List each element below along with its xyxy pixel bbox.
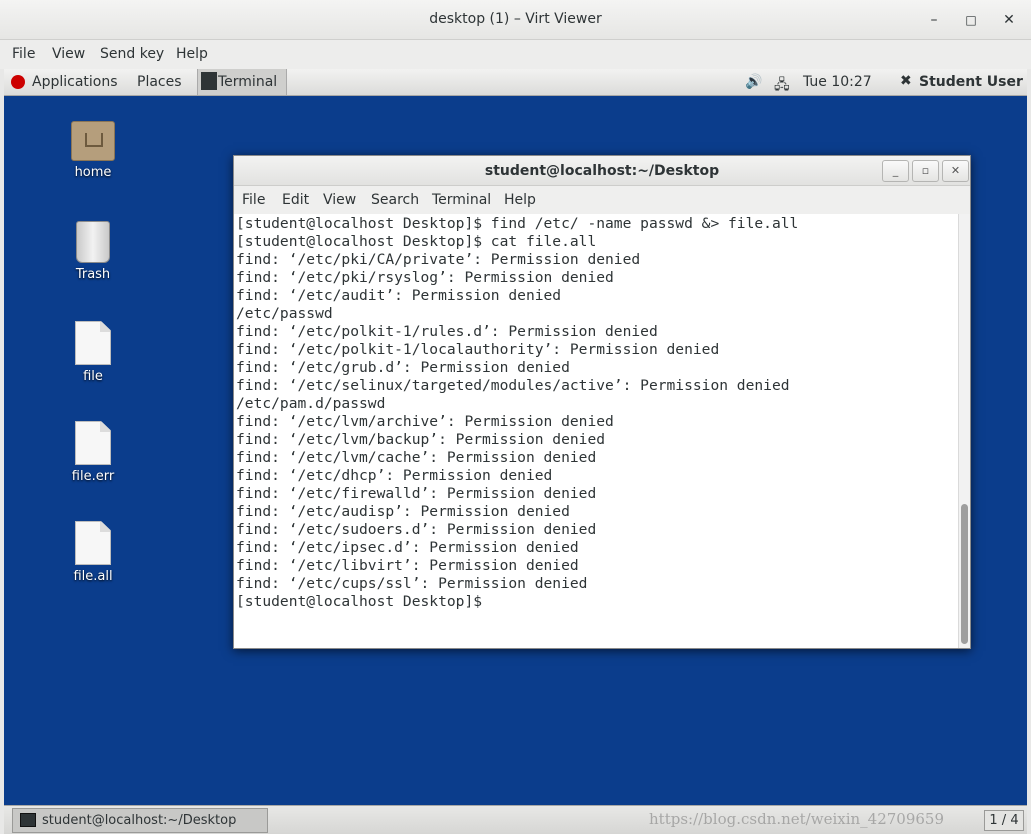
desktop-icon-file-all[interactable]: file.all xyxy=(58,521,128,584)
network-icon[interactable]: 🖧 xyxy=(774,74,790,98)
redhat-logo-icon xyxy=(11,75,25,89)
terminal-line: find: ‘/etc/polkit-1/rules.d’: Permissio… xyxy=(236,323,658,340)
terminal-menubar: File Edit View Search Terminal Help xyxy=(234,186,970,214)
volume-icon[interactable]: 🔊 xyxy=(745,74,762,90)
desktop-icon-trash[interactable]: Trash xyxy=(58,221,128,282)
terminal-line: /etc/pam.d/passwd xyxy=(236,395,386,412)
document-icon xyxy=(75,421,111,465)
terminal-menu-view[interactable]: View xyxy=(323,192,356,208)
terminal-line: [student@localhost Desktop]$ cat file.al… xyxy=(236,233,597,250)
places-menu[interactable]: Places xyxy=(137,74,182,90)
top-panel: Applications Places Terminal 🔊 🖧 Tue 10:… xyxy=(4,69,1027,96)
terminal-line: find: ‘/etc/pki/rsyslog’: Permission den… xyxy=(236,269,614,286)
menu-help[interactable]: Help xyxy=(176,46,208,62)
terminal-line: find: ‘/etc/firewalld’: Permission denie… xyxy=(236,485,597,502)
terminal-menu-file[interactable]: File xyxy=(242,192,265,208)
terminal-line: find: ‘/etc/lvm/backup’: Permission deni… xyxy=(236,431,606,448)
user-menu[interactable]: Student User xyxy=(919,74,1023,90)
menu-view[interactable]: View xyxy=(52,46,85,62)
minimize-button[interactable]: – xyxy=(923,10,945,30)
terminal-line: find: ‘/etc/sudoers.d’: Permission denie… xyxy=(236,521,597,538)
terminal-titlebar[interactable]: student@localhost:~/Desktop _ ▫ ✕ xyxy=(234,156,970,186)
terminal-line: find: ‘/etc/lvm/archive’: Permission den… xyxy=(236,413,614,430)
document-icon xyxy=(75,521,111,565)
user-icon: ✖ xyxy=(900,73,912,89)
viewer-menubar: File View Send key Help xyxy=(0,40,1031,69)
terminal-line: find: ‘/etc/cups/ssl’: Permission denied xyxy=(236,575,588,592)
bottom-taskbar: student@localhost:~/Desktop https://blog… xyxy=(4,805,1027,834)
terminal-title: student@localhost:~/Desktop xyxy=(484,163,720,179)
clock[interactable]: Tue 10:27 xyxy=(803,74,872,90)
terminal-close-button[interactable]: ✕ xyxy=(942,160,969,182)
terminal-menu-terminal[interactable]: Terminal xyxy=(432,192,491,208)
terminal-scrollbar-thumb[interactable] xyxy=(961,504,968,644)
terminal-line: find: ‘/etc/polkit-1/localauthority’: Pe… xyxy=(236,341,720,358)
desktop-icon-label: home xyxy=(74,165,112,180)
folder-icon xyxy=(71,121,115,161)
taskbar-window-title: student@localhost:~/Desktop xyxy=(42,813,237,828)
terminal-app-label: Terminal xyxy=(218,74,278,90)
desktop-icon-label: file.err xyxy=(71,469,115,484)
terminal-line: find: ‘/etc/pki/CA/private’: Permission … xyxy=(236,251,641,268)
terminal-line: find: ‘/etc/lvm/cache’: Permission denie… xyxy=(236,449,597,466)
terminal-line: find: ‘/etc/audisp’: Permission denied xyxy=(236,503,570,520)
viewer-title: desktop (1) – Virt Viewer xyxy=(429,11,602,27)
terminal-line: find: ‘/etc/ipsec.d’: Permission denied xyxy=(236,539,579,556)
virt-viewer-window: desktop (1) – Virt Viewer – □ ✕ File Vie… xyxy=(0,0,1031,834)
terminal-icon xyxy=(20,813,36,827)
terminal-line: find: ‘/etc/selinux/targeted/modules/act… xyxy=(236,377,790,394)
desktop-icon-label: Trash xyxy=(75,267,111,282)
maximize-button[interactable]: □ xyxy=(960,10,982,30)
menu-file[interactable]: File xyxy=(12,46,35,62)
terminal-line: find: ‘/etc/libvirt’: Permission denied xyxy=(236,557,579,574)
desktop-icon-label: file xyxy=(83,369,103,384)
terminal-line: [student@localhost Desktop]$ find /etc/ … xyxy=(236,215,799,232)
terminal-line: find: ‘/etc/dhcp’: Permission denied xyxy=(236,467,553,484)
applications-menu[interactable]: Applications xyxy=(32,74,118,90)
document-icon xyxy=(75,321,111,365)
workspace-pager[interactable]: 1 / 4 xyxy=(984,810,1024,831)
terminal-minimize-button[interactable]: _ xyxy=(882,160,909,182)
menu-send-key[interactable]: Send key xyxy=(100,46,164,62)
terminal-line: find: ‘/etc/grub.d’: Permission denied xyxy=(236,359,570,376)
terminal-maximize-button[interactable]: ▫ xyxy=(912,160,939,182)
terminal-app-button[interactable]: Terminal xyxy=(197,69,287,95)
desktop-icon-file[interactable]: file xyxy=(58,321,128,384)
terminal-scrollbar[interactable] xyxy=(958,214,970,648)
terminal-icon xyxy=(201,72,217,90)
close-button[interactable]: ✕ xyxy=(998,10,1020,30)
terminal-line: find: ‘/etc/audit’: Permission denied xyxy=(236,287,562,304)
terminal-menu-help[interactable]: Help xyxy=(504,192,536,208)
desktop-icon-label: file.all xyxy=(73,569,113,584)
terminal-line: /etc/passwd xyxy=(236,305,333,322)
terminal-menu-edit[interactable]: Edit xyxy=(282,192,309,208)
desktop-icon-file-err[interactable]: file.err xyxy=(58,421,128,484)
taskbar-window-button[interactable]: student@localhost:~/Desktop xyxy=(12,808,268,833)
terminal-menu-search[interactable]: Search xyxy=(371,192,419,208)
viewer-titlebar[interactable]: desktop (1) – Virt Viewer – □ ✕ xyxy=(0,0,1031,40)
terminal-line: [student@localhost Desktop]$ xyxy=(236,593,491,610)
terminal-output[interactable]: [student@localhost Desktop]$ find /etc/ … xyxy=(234,214,958,648)
desktop-icon-home[interactable]: home xyxy=(58,121,128,180)
guest-desktop[interactable]: Applications Places Terminal 🔊 🖧 Tue 10:… xyxy=(4,69,1027,834)
trash-icon xyxy=(76,221,110,263)
watermark-text: https://blog.csdn.net/weixin_42709659 xyxy=(649,810,945,828)
terminal-window: student@localhost:~/Desktop _ ▫ ✕ File E… xyxy=(233,155,971,649)
